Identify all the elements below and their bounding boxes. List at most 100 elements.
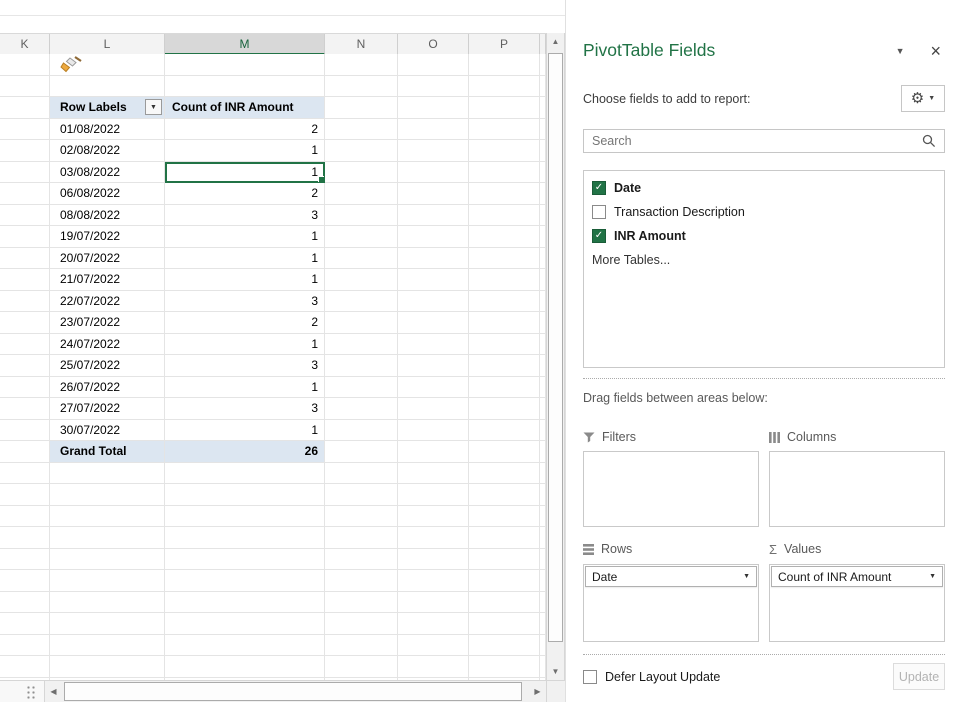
grid-cell[interactable] [469, 97, 540, 119]
grid-cell[interactable] [325, 312, 398, 334]
grid-cell[interactable] [0, 570, 50, 592]
grid-cell[interactable] [325, 97, 398, 119]
grid-cell[interactable] [398, 226, 469, 248]
pivot-row-value[interactable]: 2 [165, 312, 325, 334]
field-item-transaction-description[interactable]: Transaction Description [584, 200, 944, 224]
grid-cell[interactable] [398, 355, 469, 377]
grid-cell[interactable] [325, 463, 398, 485]
grid-cell[interactable] [469, 183, 540, 205]
chevron-down-icon[interactable]: ▼ [743, 573, 750, 580]
grid-cell[interactable] [398, 527, 469, 549]
grid-cell[interactable] [469, 226, 540, 248]
pivot-row-label[interactable]: 06/08/2022 [50, 183, 165, 205]
grid-cell[interactable] [0, 377, 50, 399]
grid-cell[interactable] [469, 355, 540, 377]
search-box[interactable] [583, 129, 945, 153]
grid-cell[interactable] [50, 506, 165, 528]
column-header-K[interactable]: K [0, 34, 50, 55]
grid-cell[interactable] [398, 441, 469, 463]
pivot-values-header[interactable]: Count of INR Amount [165, 97, 325, 119]
grid-cell[interactable] [0, 549, 50, 571]
grid-cell[interactable] [325, 119, 398, 141]
grid-cell[interactable] [165, 635, 325, 657]
grid-cell[interactable] [398, 97, 469, 119]
checkbox-unchecked-icon[interactable] [592, 205, 606, 219]
pivot-row-label[interactable]: 26/07/2022 [50, 377, 165, 399]
pivot-row-value[interactable]: 1 [165, 377, 325, 399]
grid-cell[interactable] [398, 549, 469, 571]
pivot-row-value[interactable]: 2 [165, 183, 325, 205]
vertical-scroll-track[interactable] [547, 50, 564, 663]
grid-cell[interactable] [469, 463, 540, 485]
values-area[interactable]: Count of INR Amount ▼ [769, 564, 945, 642]
grid-cell[interactable] [325, 377, 398, 399]
grid-cell[interactable] [50, 484, 165, 506]
grid-cell[interactable] [325, 162, 398, 184]
grid-cell[interactable] [165, 613, 325, 635]
grid-cell[interactable] [325, 484, 398, 506]
defer-layout-label[interactable]: Defer Layout Update [605, 670, 893, 684]
grid-cell[interactable] [50, 613, 165, 635]
grid-cell[interactable] [469, 613, 540, 635]
grid-cell[interactable] [0, 97, 50, 119]
scroll-down-button[interactable]: ▼ [547, 663, 564, 680]
grid-cell[interactable] [0, 334, 50, 356]
pane-options-button[interactable]: ▼ [888, 42, 913, 60]
grid-cell[interactable] [469, 140, 540, 162]
grid-cell[interactable] [0, 291, 50, 313]
grid-cell[interactable] [0, 205, 50, 227]
grid-cell[interactable] [469, 635, 540, 657]
grid-cell[interactable] [50, 570, 165, 592]
grid-cell[interactable] [325, 248, 398, 270]
grid-cell[interactable] [325, 76, 398, 98]
pivot-row-label[interactable]: 27/07/2022 [50, 398, 165, 420]
grid-cell[interactable] [398, 334, 469, 356]
pivot-row-value[interactable]: 3 [165, 291, 325, 313]
grid-cell[interactable] [469, 484, 540, 506]
grid-cell[interactable] [398, 635, 469, 657]
horizontal-scroll-track[interactable] [62, 681, 529, 702]
pivot-grand-total-value[interactable]: 26 [165, 441, 325, 463]
grid-cell[interactable] [325, 355, 398, 377]
grid-cell[interactable] [469, 76, 540, 98]
tools-gear-button[interactable]: ⚙ ▼ [901, 85, 945, 112]
grid-cell[interactable] [398, 183, 469, 205]
grid-cell[interactable] [325, 656, 398, 678]
grid-cell[interactable] [0, 484, 50, 506]
pivot-row-label[interactable]: 24/07/2022 [50, 334, 165, 356]
grid-cell[interactable] [398, 484, 469, 506]
grid-cell[interactable] [469, 205, 540, 227]
checkbox-checked-icon[interactable]: ✓ [592, 229, 606, 243]
grid-cell[interactable] [325, 592, 398, 614]
grid-cell[interactable] [165, 54, 325, 76]
grid-cell[interactable] [398, 656, 469, 678]
column-header-O[interactable]: O [398, 34, 469, 55]
grid-cell[interactable] [398, 570, 469, 592]
grid-cell[interactable] [50, 76, 165, 98]
grid-cell[interactable] [469, 527, 540, 549]
grid-cell[interactable] [325, 226, 398, 248]
grid-cell[interactable] [0, 506, 50, 528]
grid-cell[interactable] [0, 162, 50, 184]
grid-cell[interactable] [398, 398, 469, 420]
more-tables-link[interactable]: More Tables... [584, 253, 944, 267]
grid-cell[interactable] [398, 269, 469, 291]
grid-cell[interactable] [0, 527, 50, 549]
grid-cell[interactable] [0, 420, 50, 442]
vertical-scroll-thumb[interactable] [548, 53, 563, 642]
search-input[interactable] [584, 134, 922, 148]
grid-cell[interactable] [0, 54, 50, 76]
pivot-grand-total-label[interactable]: Grand Total [50, 441, 165, 463]
grid-cell[interactable] [398, 140, 469, 162]
grid-cell[interactable] [0, 140, 50, 162]
column-header-P[interactable]: P [469, 34, 540, 55]
pivot-row-label[interactable]: 08/08/2022 [50, 205, 165, 227]
pivot-row-value[interactable]: 1 [165, 226, 325, 248]
grid-cell[interactable] [0, 613, 50, 635]
grid-cell[interactable] [469, 291, 540, 313]
pivot-row-value[interactable]: 1 [165, 420, 325, 442]
pivot-row-value[interactable]: 3 [165, 205, 325, 227]
pivot-row-value[interactable]: 1 [165, 248, 325, 270]
grid-cell[interactable] [0, 441, 50, 463]
update-button[interactable]: Update [893, 663, 945, 690]
